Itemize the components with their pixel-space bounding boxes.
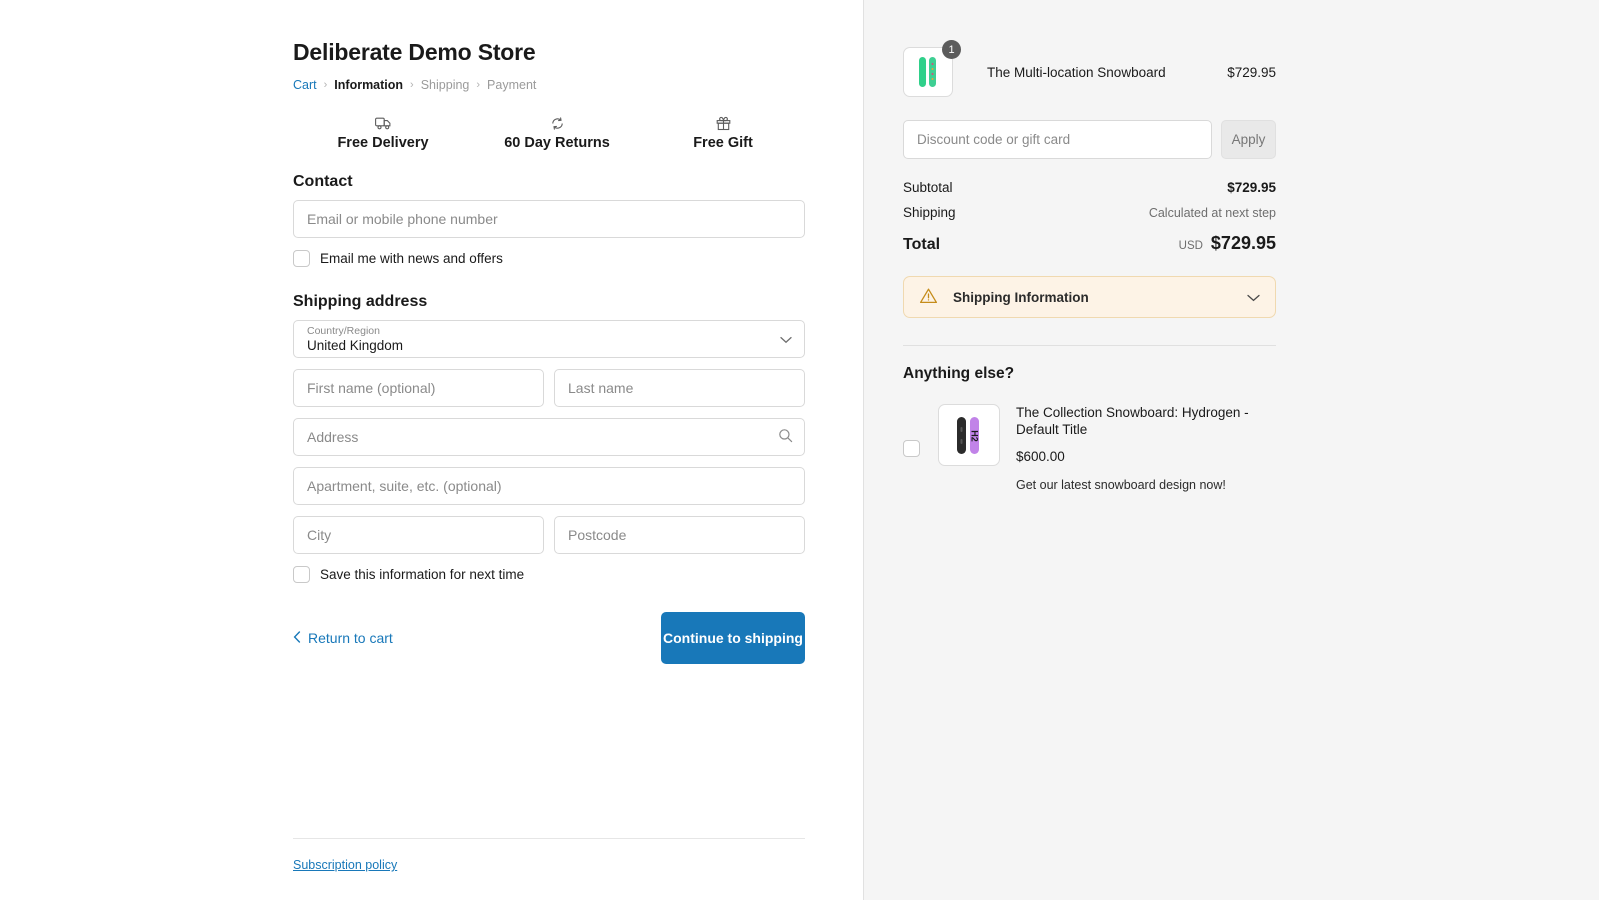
last-name-input[interactable] — [555, 370, 804, 406]
chevron-right-icon: › — [324, 79, 328, 91]
form-actions: Return to cart Continue to shipping — [293, 612, 805, 664]
apartment-field-wrapper[interactable] — [293, 467, 805, 505]
upsell-description: Get our latest snowboard design now! — [1016, 478, 1276, 492]
city-input[interactable] — [294, 517, 543, 553]
subtotal-row: Subtotal $729.95 — [903, 180, 1276, 195]
total-row: Total USD $729.95 — [903, 233, 1276, 254]
save-info-checkbox[interactable] — [293, 566, 310, 583]
return-to-cart-link[interactable]: Return to cart — [293, 630, 393, 646]
upsell-info: The Collection Snowboard: Hydrogen - Def… — [1016, 404, 1276, 492]
country-region-select[interactable]: Country/Region United Kingdom — [293, 320, 805, 358]
shipping-value: Calculated at next step — [1149, 206, 1276, 220]
newsletter-checkbox[interactable] — [293, 250, 310, 267]
breadcrumb-item-information[interactable]: Information — [334, 78, 403, 92]
first-name-field-wrapper[interactable] — [293, 369, 544, 407]
order-totals: Subtotal $729.95 Shipping Calculated at … — [903, 180, 1276, 254]
order-summary-column: 1 The Multi-location Snowboard $729.95 A… — [864, 0, 1599, 900]
apply-discount-button[interactable]: Apply — [1221, 120, 1276, 159]
line-item-price: $729.95 — [1227, 65, 1276, 80]
last-name-field-wrapper[interactable] — [554, 369, 805, 407]
search-icon[interactable] — [778, 428, 793, 446]
quantity-badge: 1 — [942, 40, 961, 59]
upsell-thumbnail: H2 — [938, 404, 1000, 466]
postcode-field-wrapper[interactable] — [554, 516, 805, 554]
address-input[interactable] — [294, 419, 804, 455]
snowboard-image — [908, 52, 948, 92]
upsell-checkbox[interactable] — [903, 440, 920, 457]
breadcrumb-item-payment: Payment — [487, 78, 536, 92]
subscription-policy-link[interactable]: Subscription policy — [293, 858, 397, 872]
subtotal-label: Subtotal — [903, 180, 953, 195]
trust-badge-free-gift: Free Gift — [641, 114, 805, 151]
continue-to-shipping-button[interactable]: Continue to shipping — [661, 612, 805, 664]
country-region-label: Country/Region — [307, 325, 791, 338]
email-field-wrapper[interactable] — [293, 200, 805, 238]
trust-badges: Free Delivery 60 Day Returns — [293, 114, 805, 151]
first-name-input[interactable] — [294, 370, 543, 406]
refresh-icon — [473, 114, 641, 131]
truck-icon — [293, 114, 473, 131]
upsell-price: $600.00 — [1016, 449, 1276, 464]
address-field-wrapper[interactable] — [293, 418, 805, 456]
total-label: Total — [903, 236, 940, 254]
line-item-name: The Multi-location Snowboard — [987, 65, 1227, 80]
email-input[interactable] — [294, 201, 804, 237]
newsletter-label: Email me with news and offers — [320, 251, 503, 266]
checkout-page: Deliberate Demo Store Cart › Information… — [0, 0, 1600, 900]
upsell-name: The Collection Snowboard: Hydrogen - Def… — [1016, 404, 1276, 438]
return-to-cart-label: Return to cart — [308, 630, 393, 646]
footer: Subscription policy — [293, 838, 805, 872]
order-line-item: 1 The Multi-location Snowboard $729.95 — [903, 47, 1276, 97]
newsletter-checkbox-row[interactable]: Email me with news and offers — [293, 250, 805, 267]
chevron-left-icon — [293, 630, 301, 646]
city-field-wrapper[interactable] — [293, 516, 544, 554]
chevron-right-icon: › — [410, 79, 414, 91]
upsell-item: H2 The Collection Snowboard: Hydrogen - … — [903, 404, 1276, 492]
total-value: $729.95 — [1211, 233, 1276, 254]
checkout-form-column: Deliberate Demo Store Cart › Information… — [0, 0, 864, 900]
save-info-checkbox-row[interactable]: Save this information for next time — [293, 566, 805, 583]
city-postcode-row — [293, 516, 805, 554]
breadcrumb: Cart › Information › Shipping › Payment — [293, 78, 805, 92]
snowboard-image: H2 — [944, 410, 994, 460]
name-fields-row — [293, 369, 805, 407]
chevron-down-icon — [780, 331, 792, 347]
save-info-label: Save this information for next time — [320, 567, 524, 582]
svg-text:H2: H2 — [970, 430, 980, 442]
line-item-thumbnail-wrapper: 1 — [903, 47, 953, 97]
discount-row: Apply — [903, 120, 1276, 159]
page-title: Deliberate Demo Store — [293, 40, 805, 65]
shipping-information-notice[interactable]: Shipping Information — [903, 276, 1276, 318]
shipping-information-label: Shipping Information — [953, 290, 1247, 305]
contact-heading: Contact — [293, 173, 805, 191]
shipping-address-heading: Shipping address — [293, 293, 805, 311]
trust-badge-label: Free Gift — [641, 135, 805, 151]
warning-icon — [919, 287, 938, 308]
shipping-row: Shipping Calculated at next step — [903, 205, 1276, 220]
gift-icon — [641, 114, 805, 131]
trust-badge-label: Free Delivery — [293, 135, 473, 151]
apartment-input[interactable] — [294, 468, 804, 504]
upsell-heading: Anything else? — [903, 365, 1276, 383]
subtotal-value: $729.95 — [1227, 180, 1276, 195]
section-divider — [903, 345, 1276, 346]
total-currency: USD — [1179, 240, 1203, 252]
trust-badge-free-delivery: Free Delivery — [293, 114, 473, 151]
breadcrumb-item-cart[interactable]: Cart — [293, 78, 317, 92]
breadcrumb-item-shipping: Shipping — [421, 78, 470, 92]
trust-badge-returns: 60 Day Returns — [473, 114, 641, 151]
chevron-right-icon: › — [476, 79, 480, 91]
postcode-input[interactable] — [555, 517, 804, 553]
chevron-down-icon[interactable] — [1247, 289, 1260, 305]
trust-badge-label: 60 Day Returns — [473, 135, 641, 151]
country-region-value: United Kingdom — [307, 338, 791, 354]
discount-code-input[interactable] — [903, 120, 1212, 159]
shipping-label: Shipping — [903, 205, 956, 220]
